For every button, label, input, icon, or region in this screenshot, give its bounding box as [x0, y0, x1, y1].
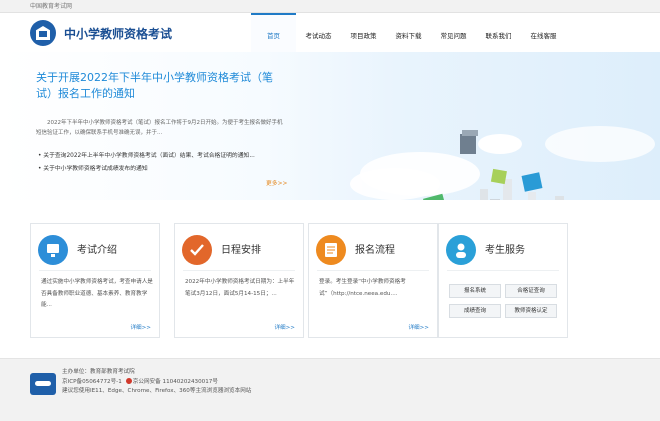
score-query-button[interactable]: 成绩查询 [449, 304, 501, 318]
nav-policy[interactable]: 项目政策 [341, 13, 386, 52]
top-bar-link[interactable]: 中国教育考试网 [30, 1, 72, 10]
card-exam-intro: 考试介绍 通过实施中小学教师资格考试，考查申请人是否具备教师职业道德、基本素养、… [30, 223, 160, 338]
card-more-link[interactable]: 详细>> [408, 323, 429, 331]
card-registration-process: 报名流程 登录。考生登录“中小学教师资格考试”（http://ntce.neea… [308, 223, 438, 338]
city-illustration [350, 126, 655, 200]
card-title[interactable]: 报名流程 [355, 241, 395, 256]
card-title[interactable]: 考试介绍 [77, 241, 117, 256]
footer-browser-note: 建议您使用IE11、Edge、Chrome、Firefox、360等主流浏览器浏… [62, 388, 252, 394]
news-item[interactable]: 关于中小学教师资格考试成绩发布的通知 [38, 163, 298, 176]
check-icon [182, 235, 212, 265]
card-title[interactable]: 考生服务 [485, 241, 525, 256]
qualification-recognition-button[interactable]: 教师资格认定 [505, 304, 557, 318]
police-badge-icon [125, 378, 132, 384]
nav-online-service[interactable]: 在线客服 [521, 13, 566, 52]
certificate-query-button[interactable]: 合格证查询 [505, 284, 557, 298]
nav-downloads[interactable]: 资料下载 [386, 13, 431, 52]
site-title[interactable]: 中小学教师资格考试 [64, 25, 172, 42]
site-logo-icon[interactable] [30, 20, 56, 46]
card-candidate-services: 考生服务 报名系统 合格证查询 成绩查询 教师资格认定 [438, 223, 568, 338]
hero-summary: 2022年下半年中小学教师资格考试（笔试）报名工作将于9月2日开始。为便于考生报… [36, 120, 283, 136]
nav-home[interactable]: 首页 [251, 13, 296, 52]
nav-exam-news[interactable]: 考试动态 [296, 13, 341, 52]
top-bar: 中国教育考试网 [0, 0, 660, 13]
news-list: 关于查询2022年上半年中小学教师资格考试（面试）结果、考试合格证明的通知...… [38, 150, 298, 176]
footer-sponsor: 主办单位：教育部教育考试院 [62, 369, 135, 375]
card-schedule: 日程安排 2022年中小学教师资格考试日期为：上半年笔试3月12日，面试5月14… [174, 223, 304, 338]
site-footer: 主办单位：教育部教育考试院 京ICP备05064772号-1 京公网安备 1104… [0, 358, 660, 421]
card-body: 登录。考生登录“中小学教师资格考试”（http://ntce.neea.edu.… [319, 279, 406, 297]
book-icon [460, 130, 478, 154]
hero-headline[interactable]: 关于开展2022年下半年中小学教师资格考试（笔试）报名工作的通知 [36, 70, 286, 102]
footer-logo-icon [30, 373, 56, 395]
hero-banner: 关于开展2022年下半年中小学教师资格考试（笔试）报名工作的通知 2022年下半… [0, 52, 660, 200]
site-header: 中小学教师资格考试 首页 考试动态 项目政策 资料下载 常见问题 联系我们 在线… [0, 13, 660, 52]
nav-contact[interactable]: 联系我们 [476, 13, 521, 52]
card-body: 通过实施中小学教师资格考试，考查申请人是否具备教师职业道德、基本素养、教育教学能… [41, 279, 153, 308]
monitor-icon [38, 235, 68, 265]
registration-system-button[interactable]: 报名系统 [449, 284, 501, 298]
card-body: 2022年中小学教师资格考试日期为：上半年笔试3月12日，面试5月14-15日；… [185, 279, 295, 297]
document-icon [316, 235, 346, 265]
cube-icon [490, 168, 507, 185]
card-title[interactable]: 日程安排 [221, 241, 261, 256]
news-item[interactable]: 关于查询2022年上半年中小学教师资格考试（面试）结果、考试合格证明的通知... [38, 150, 298, 163]
service-cards: 考试介绍 通过实施中小学教师资格考试，考查申请人是否具备教师职业道德、基本素养、… [30, 223, 630, 338]
card-more-link[interactable]: 详细>> [274, 323, 295, 331]
footer-info: 主办单位：教育部教育考试院 京ICP备05064772号-1 京公网安备 1104… [62, 368, 251, 397]
nav-faq[interactable]: 常见问题 [431, 13, 476, 52]
cloud-icon [478, 134, 522, 154]
cube-icon [521, 172, 543, 192]
card-more-link[interactable]: 详细>> [130, 323, 151, 331]
person-icon [446, 235, 476, 265]
main-nav: 首页 考试动态 项目政策 资料下载 常见问题 联系我们 在线客服 [251, 13, 566, 52]
footer-icp[interactable]: 京ICP备05064772号-1 [62, 379, 122, 385]
more-news-link[interactable]: 更多>> [266, 178, 287, 187]
footer-police-record[interactable]: 京公网安备 11040202430017号 [133, 379, 218, 385]
